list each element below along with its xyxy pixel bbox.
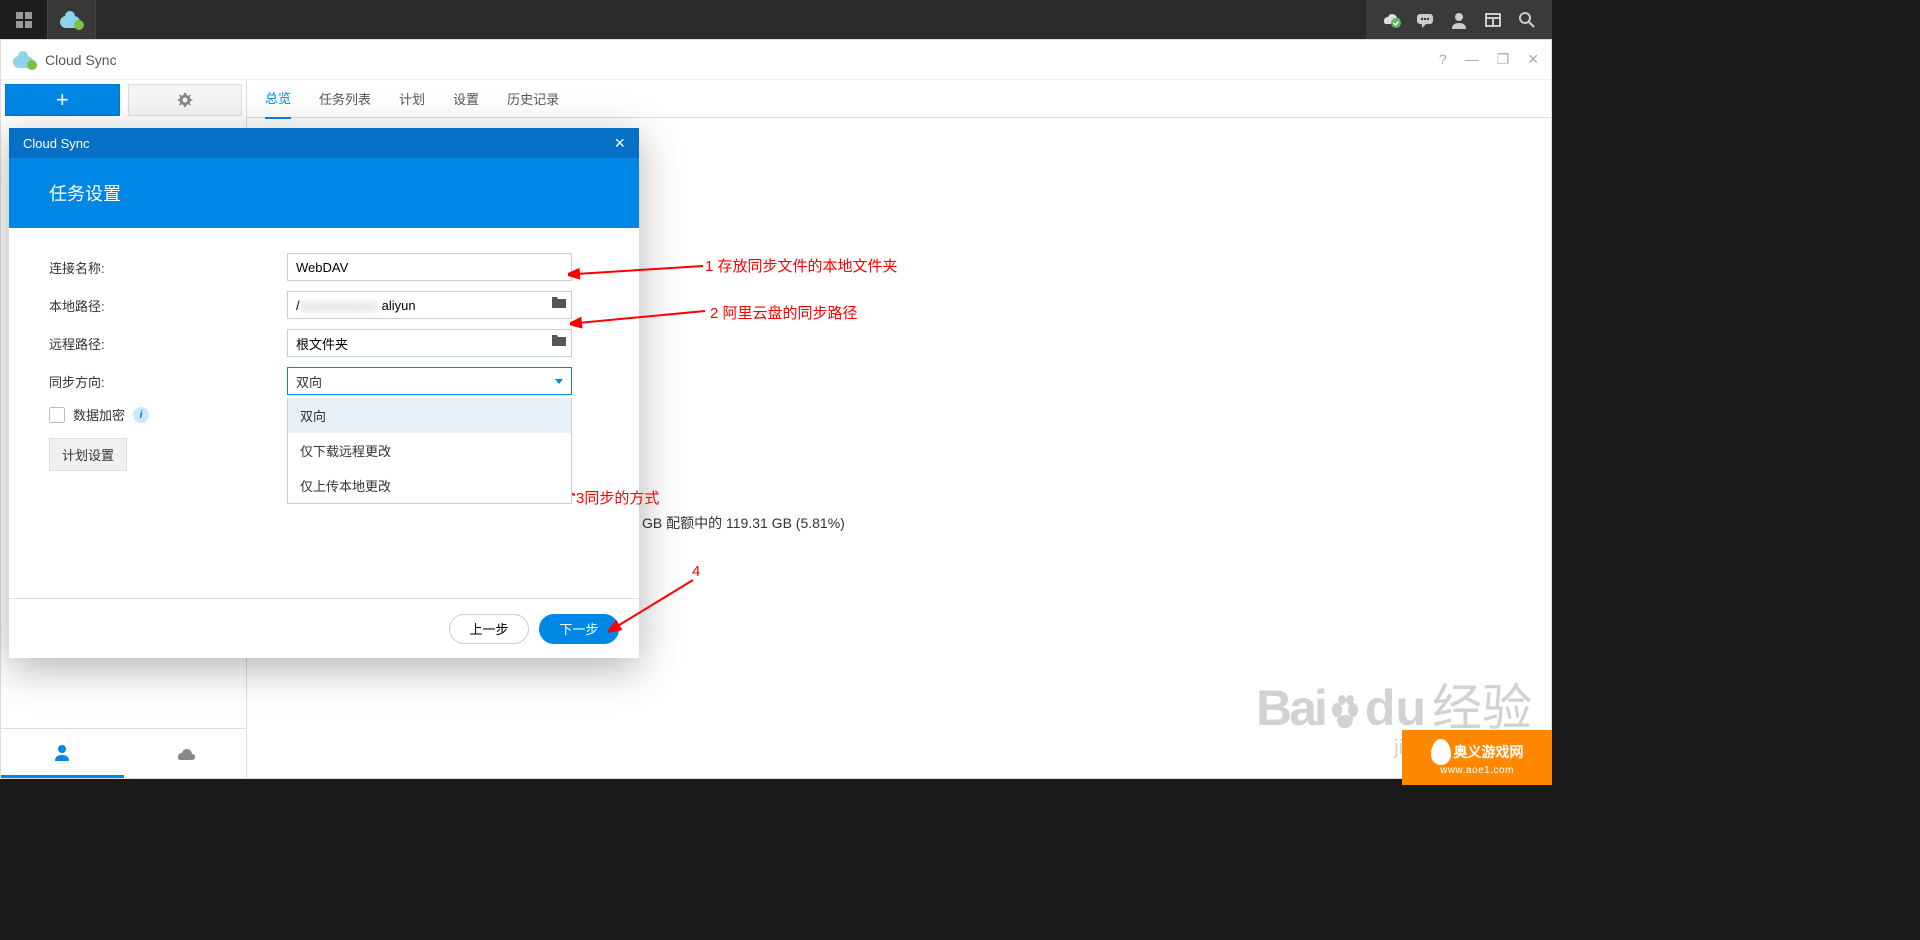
- encryption-label: 数据加密: [73, 405, 125, 424]
- tab-schedule[interactable]: 计划: [399, 79, 425, 118]
- annotation-1: 1 存放同步文件的本地文件夹: [705, 255, 898, 276]
- modal-body: 连接名称: 本地路径: / xxxxxxxxxxxx aliyun 远程路径: …: [9, 228, 639, 598]
- modal-footer: 上一步 下一步: [9, 598, 639, 658]
- system-top-toolbar: [0, 0, 1552, 39]
- remote-path-value: 根文件夹: [296, 334, 348, 353]
- user-icon[interactable]: [1444, 5, 1474, 35]
- schedule-settings-button[interactable]: 计划设置: [49, 438, 127, 471]
- help-icon[interactable]: ?: [1439, 51, 1447, 68]
- annotation-3: 3同步的方式: [576, 487, 659, 508]
- encryption-checkbox[interactable]: [49, 407, 65, 423]
- dashboard-icon[interactable]: [1478, 5, 1508, 35]
- sidebar-actions: +: [1, 80, 246, 120]
- sync-direction-dropdown: 双向 仅下载远程更改 仅上传本地更改: [287, 398, 572, 504]
- bottom-banner: 奥义游戏网 www.aoe1.com: [1402, 730, 1552, 785]
- connection-name-input[interactable]: [287, 253, 572, 281]
- local-path-input[interactable]: / xxxxxxxxxxxx aliyun: [287, 291, 572, 319]
- dropdown-option-upload-only[interactable]: 仅上传本地更改: [288, 468, 571, 503]
- arrow-4: [608, 575, 698, 635]
- toolbar-left: [0, 0, 96, 39]
- info-icon[interactable]: i: [133, 407, 149, 423]
- sync-direction-label: 同步方向:: [49, 372, 287, 391]
- search-icon[interactable]: [1512, 5, 1542, 35]
- gear-icon: [176, 91, 194, 109]
- person-icon: [52, 742, 72, 762]
- remote-path-label: 远程路径:: [49, 334, 287, 353]
- row-sync-direction: 同步方向: 双向 双向 仅下载远程更改 仅上传本地更改: [49, 367, 599, 395]
- arrow-1: [568, 260, 708, 280]
- settings-button[interactable]: [128, 84, 243, 116]
- cloud-sync-app-button[interactable]: [48, 0, 96, 39]
- modal-banner-text: 任务设置: [49, 180, 121, 206]
- task-settings-modal: Cloud Sync × 任务设置 连接名称: 本地路径: / xxxxxxxx…: [9, 128, 639, 658]
- tab-overview[interactable]: 总览: [265, 78, 291, 119]
- modal-banner: 任务设置: [9, 158, 639, 228]
- toolbar-right: [1366, 0, 1552, 39]
- modal-title-text: Cloud Sync: [23, 136, 89, 151]
- sync-direction-value: 双向: [296, 372, 322, 391]
- grid-apps-button[interactable]: [0, 0, 48, 39]
- connection-name-field[interactable]: [296, 260, 563, 275]
- remote-path-browse-icon[interactable]: [551, 333, 567, 352]
- close-icon[interactable]: ✕: [1527, 51, 1539, 68]
- tab-settings[interactable]: 设置: [453, 79, 479, 118]
- maximize-icon[interactable]: ❐: [1497, 51, 1510, 68]
- dropdown-option-download-only[interactable]: 仅下载远程更改: [288, 433, 571, 468]
- quota-text: GB 配额中的 119.31 GB (5.81%): [642, 513, 1551, 533]
- banner-url: www.aoe1.com: [1440, 765, 1514, 776]
- local-path-value: aliyun: [382, 298, 416, 313]
- local-path-browse-icon[interactable]: [551, 295, 567, 314]
- prev-button[interactable]: 上一步: [449, 614, 529, 644]
- remote-path-input[interactable]: 根文件夹: [287, 329, 572, 357]
- sidebar-tab-user[interactable]: [1, 729, 124, 778]
- app-title-icon: [13, 48, 37, 72]
- tab-history[interactable]: 历史记录: [507, 79, 559, 118]
- banner-text: 奥义游戏网: [1454, 742, 1524, 762]
- banner-logo-row: 奥义游戏网: [1431, 739, 1524, 765]
- sync-direction-select[interactable]: 双向 双向 仅下载远程更改 仅上传本地更改: [287, 367, 572, 395]
- cloud-sync-icon: [60, 8, 84, 32]
- row-connection-name: 连接名称:: [49, 253, 599, 281]
- chat-icon[interactable]: [1410, 5, 1440, 35]
- row-local-path: 本地路径: / xxxxxxxxxxxx aliyun: [49, 291, 599, 319]
- next-button[interactable]: 下一步: [539, 614, 619, 644]
- sidebar-tab-cloud[interactable]: [124, 729, 247, 778]
- window-controls: ? — ❐ ✕: [1439, 51, 1539, 68]
- row-remote-path: 远程路径: 根文件夹: [49, 329, 599, 357]
- cloud-icon: [174, 743, 196, 765]
- chevron-down-icon: [555, 379, 563, 384]
- flame-icon: [1431, 739, 1451, 765]
- tab-tasks[interactable]: 任务列表: [319, 79, 371, 118]
- cloud-status-icon[interactable]: [1376, 5, 1406, 35]
- local-path-label: 本地路径:: [49, 296, 287, 315]
- connection-name-label: 连接名称:: [49, 258, 287, 277]
- app-title: Cloud Sync: [45, 52, 117, 68]
- add-connection-button[interactable]: +: [5, 84, 120, 116]
- dropdown-option-bidirectional[interactable]: 双向: [288, 398, 571, 433]
- titlebar: Cloud Sync ? — ❐ ✕: [1, 40, 1551, 80]
- sidebar-tabs: [1, 728, 246, 778]
- arrow-2: [570, 305, 710, 330]
- modal-titlebar: Cloud Sync ×: [9, 128, 639, 158]
- minimize-icon[interactable]: —: [1465, 51, 1479, 68]
- annotation-2: 2 阿里云盘的同步路径: [710, 302, 858, 323]
- content-tabs: 总览 任务列表 计划 设置 历史记录: [247, 80, 1551, 118]
- modal-close-button[interactable]: ×: [614, 133, 625, 154]
- local-path-blurred: xxxxxxxxxxxx: [300, 298, 378, 313]
